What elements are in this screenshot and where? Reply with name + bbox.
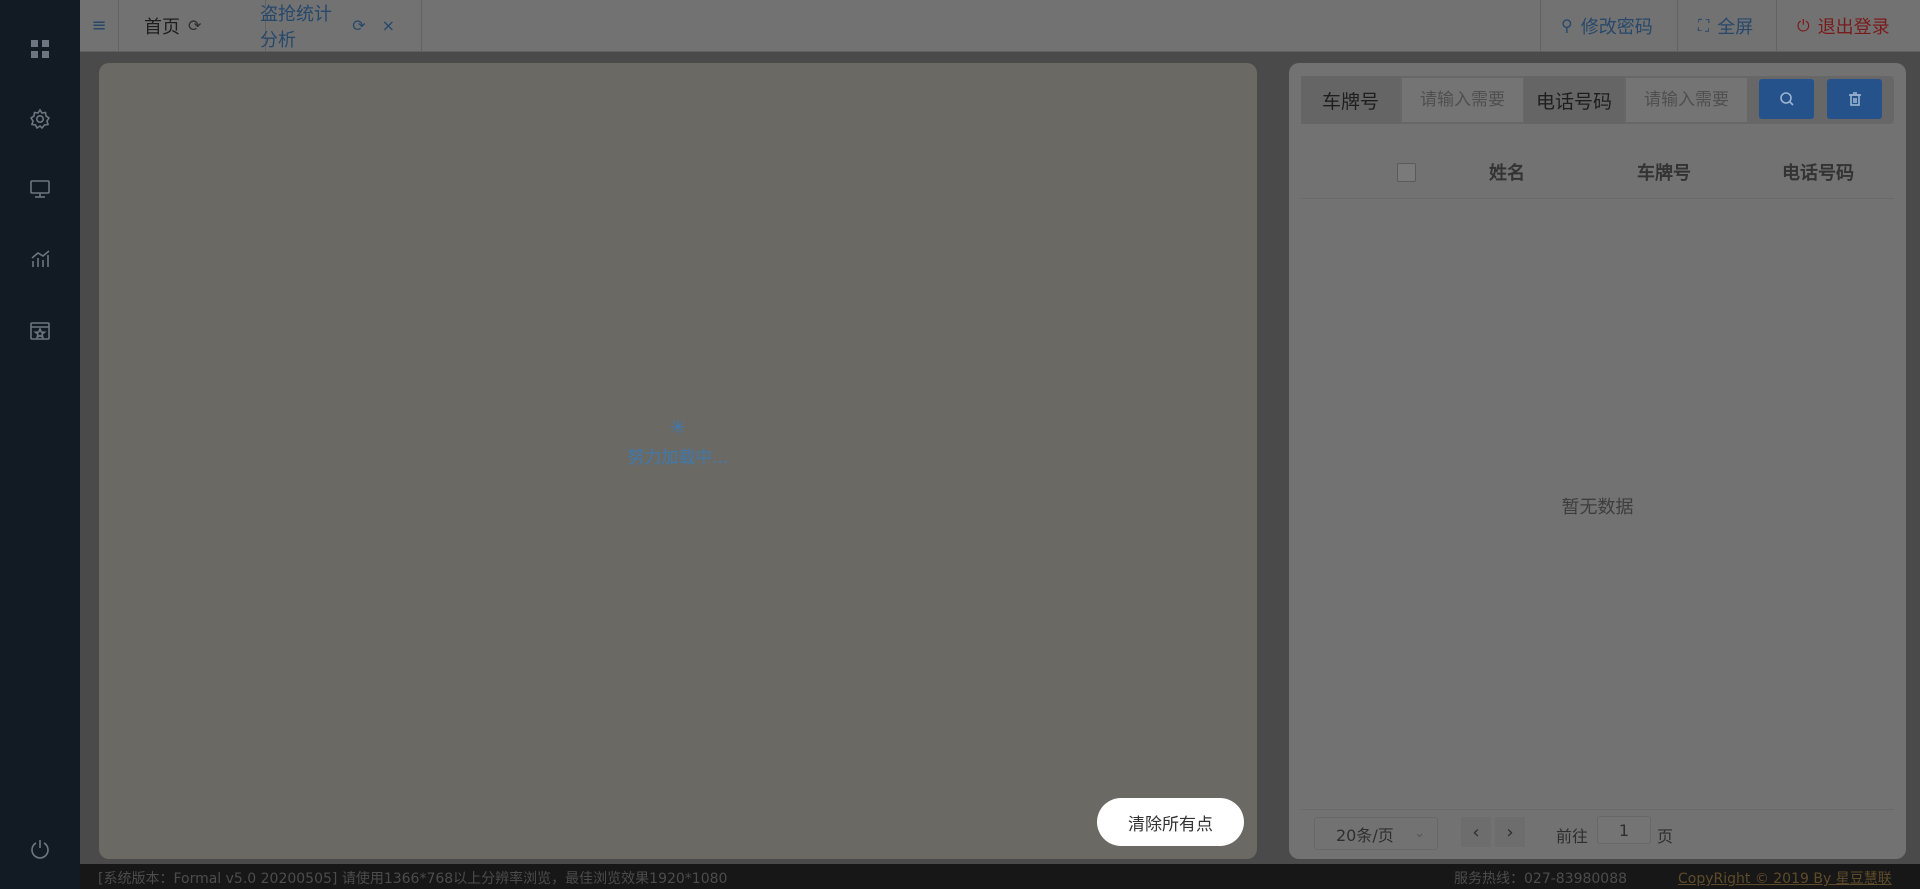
page-size-value: 20条/页 (1336, 825, 1394, 845)
thermometer-key-icon: ⚲ (1561, 16, 1573, 35)
hotline-text: 服务热线：027-83980088 (1454, 871, 1628, 887)
tab-theft-statistics[interactable]: 盗抢统计分析 ⟳ × (234, 0, 422, 51)
empty-text: 暂无数据 (1561, 497, 1634, 518)
statistics-icon[interactable] (24, 243, 56, 275)
goto-page-input[interactable] (1597, 816, 1651, 844)
copyright-link[interactable]: CopyRight © 2019 By 星豆慧联 (1678, 868, 1892, 888)
page-size-select[interactable]: 20条/页 ⌄ (1314, 817, 1438, 850)
refresh-icon[interactable]: ⟳ (188, 16, 201, 35)
table-header: 姓名 车牌号 电话号码 (1301, 143, 1894, 199)
footer: [系统版本：Formal v5.0 20200505] 请使用1366*768以… (80, 864, 1920, 889)
refresh-icon[interactable]: ⟳ (352, 16, 365, 35)
next-page-button[interactable]: › (1495, 817, 1525, 847)
select-all-checkbox[interactable] (1397, 163, 1416, 182)
plate-label: 车牌号 (1301, 76, 1400, 124)
query-panel: 车牌号 电话号码 姓名 车牌号 电话号码 暂无数据 20条/页 ⌄ ‹ › 前往… (1289, 63, 1906, 859)
power-icon[interactable] (24, 833, 56, 865)
version-text: [系统版本：Formal v5.0 20200505] 请使用1366*768以… (98, 871, 728, 887)
column-header-name[interactable]: 姓名 (1489, 159, 1525, 185)
delete-button[interactable] (1827, 79, 1882, 119)
spinner-icon: ✳ (669, 415, 687, 439)
page-unit-label: 页 (1657, 827, 1674, 846)
plate-input[interactable] (1402, 78, 1523, 122)
chevron-down-icon: ⌄ (1414, 826, 1425, 841)
search-bar: 车牌号 电话号码 (1301, 76, 1894, 124)
loading-text: 努力加载中... (627, 448, 729, 468)
top-bar: ≡ 首页 ⟳ 盗抢统计分析 ⟳ × ⚲ 修改密码 ⛶ 全屏 ⏻ 退出登录 (80, 0, 1920, 52)
trash-icon (1848, 92, 1861, 106)
fullscreen-label: 全屏 (1717, 16, 1754, 38)
chevron-right-icon: › (1506, 821, 1514, 843)
fullscreen-icon: ⛶ (1698, 15, 1710, 35)
tab-theft-statistics-label: 盗抢统计分析 (260, 3, 332, 51)
logout-label: 退出登录 (1817, 16, 1890, 38)
tab-close-icon[interactable]: × (382, 16, 395, 35)
divider (1301, 809, 1894, 810)
column-header-phone[interactable]: 电话号码 (1782, 159, 1854, 185)
sidebar (0, 0, 80, 889)
power-icon: ⏻ (1797, 15, 1810, 35)
phone-input[interactable] (1626, 78, 1747, 122)
column-header-plate[interactable]: 车牌号 (1637, 159, 1691, 185)
hamburger-icon: ≡ (91, 15, 107, 36)
calendar-star-icon[interactable] (24, 314, 56, 346)
monitor-icon[interactable] (24, 173, 56, 205)
phone-label: 电话号码 (1524, 76, 1624, 124)
search-icon (1779, 92, 1794, 106)
chevron-left-icon: ‹ (1472, 821, 1480, 843)
map-panel[interactable]: ✳ 努力加载中... 清除所有点 (99, 63, 1257, 859)
clear-all-points-button[interactable]: 清除所有点 (1097, 798, 1244, 846)
prev-page-button[interactable]: ‹ (1461, 817, 1491, 847)
search-button[interactable] (1759, 79, 1814, 119)
goto-label: 前往 (1556, 827, 1589, 846)
menu-toggle-button[interactable]: ≡ (80, 0, 119, 51)
change-password-label: 修改密码 (1580, 16, 1653, 38)
loading-indicator: ✳ 努力加载中... (99, 415, 1257, 468)
settings-icon[interactable] (24, 103, 56, 135)
logout-button[interactable]: ⏻ 退出登录 (1776, 0, 1920, 51)
tab-home-label: 首页 (144, 16, 180, 38)
dashboard-icon[interactable] (24, 33, 56, 65)
